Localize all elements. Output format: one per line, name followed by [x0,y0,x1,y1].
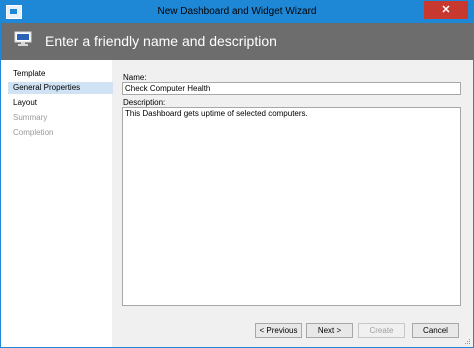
step-summary: Summary [13,113,48,122]
previous-button[interactable]: < Previous [255,323,302,338]
description-label: Description: [123,98,166,107]
step-template[interactable]: Template [8,68,113,80]
name-label: Name: [123,73,147,82]
wizard-steps-sidebar: Template General Properties Layout Summa… [1,60,113,347]
title-bar[interactable]: New Dashboard and Widget Wizard ✕ [1,1,473,23]
cancel-button[interactable]: Cancel [412,323,459,338]
window-title: New Dashboard and Widget Wizard [157,6,317,17]
step-completion: Completion [13,128,54,137]
step-general-properties[interactable]: General Properties [8,82,113,94]
next-button[interactable]: Next > [306,323,353,338]
page-title: Enter a friendly name and description [45,33,277,49]
wizard-header: Enter a friendly name and description [1,23,473,60]
dashboard-monitor-icon [14,31,32,46]
resize-grip-icon[interactable] [463,337,471,345]
step-layout[interactable]: Layout [8,97,113,109]
wizard-window: New Dashboard and Widget Wizard ✕ Enter … [0,0,474,348]
description-field[interactable]: This Dashboard gets uptime of selected c… [122,107,461,306]
name-field[interactable] [122,82,461,95]
close-button[interactable]: ✕ [424,1,468,19]
create-button: Create [358,323,405,338]
